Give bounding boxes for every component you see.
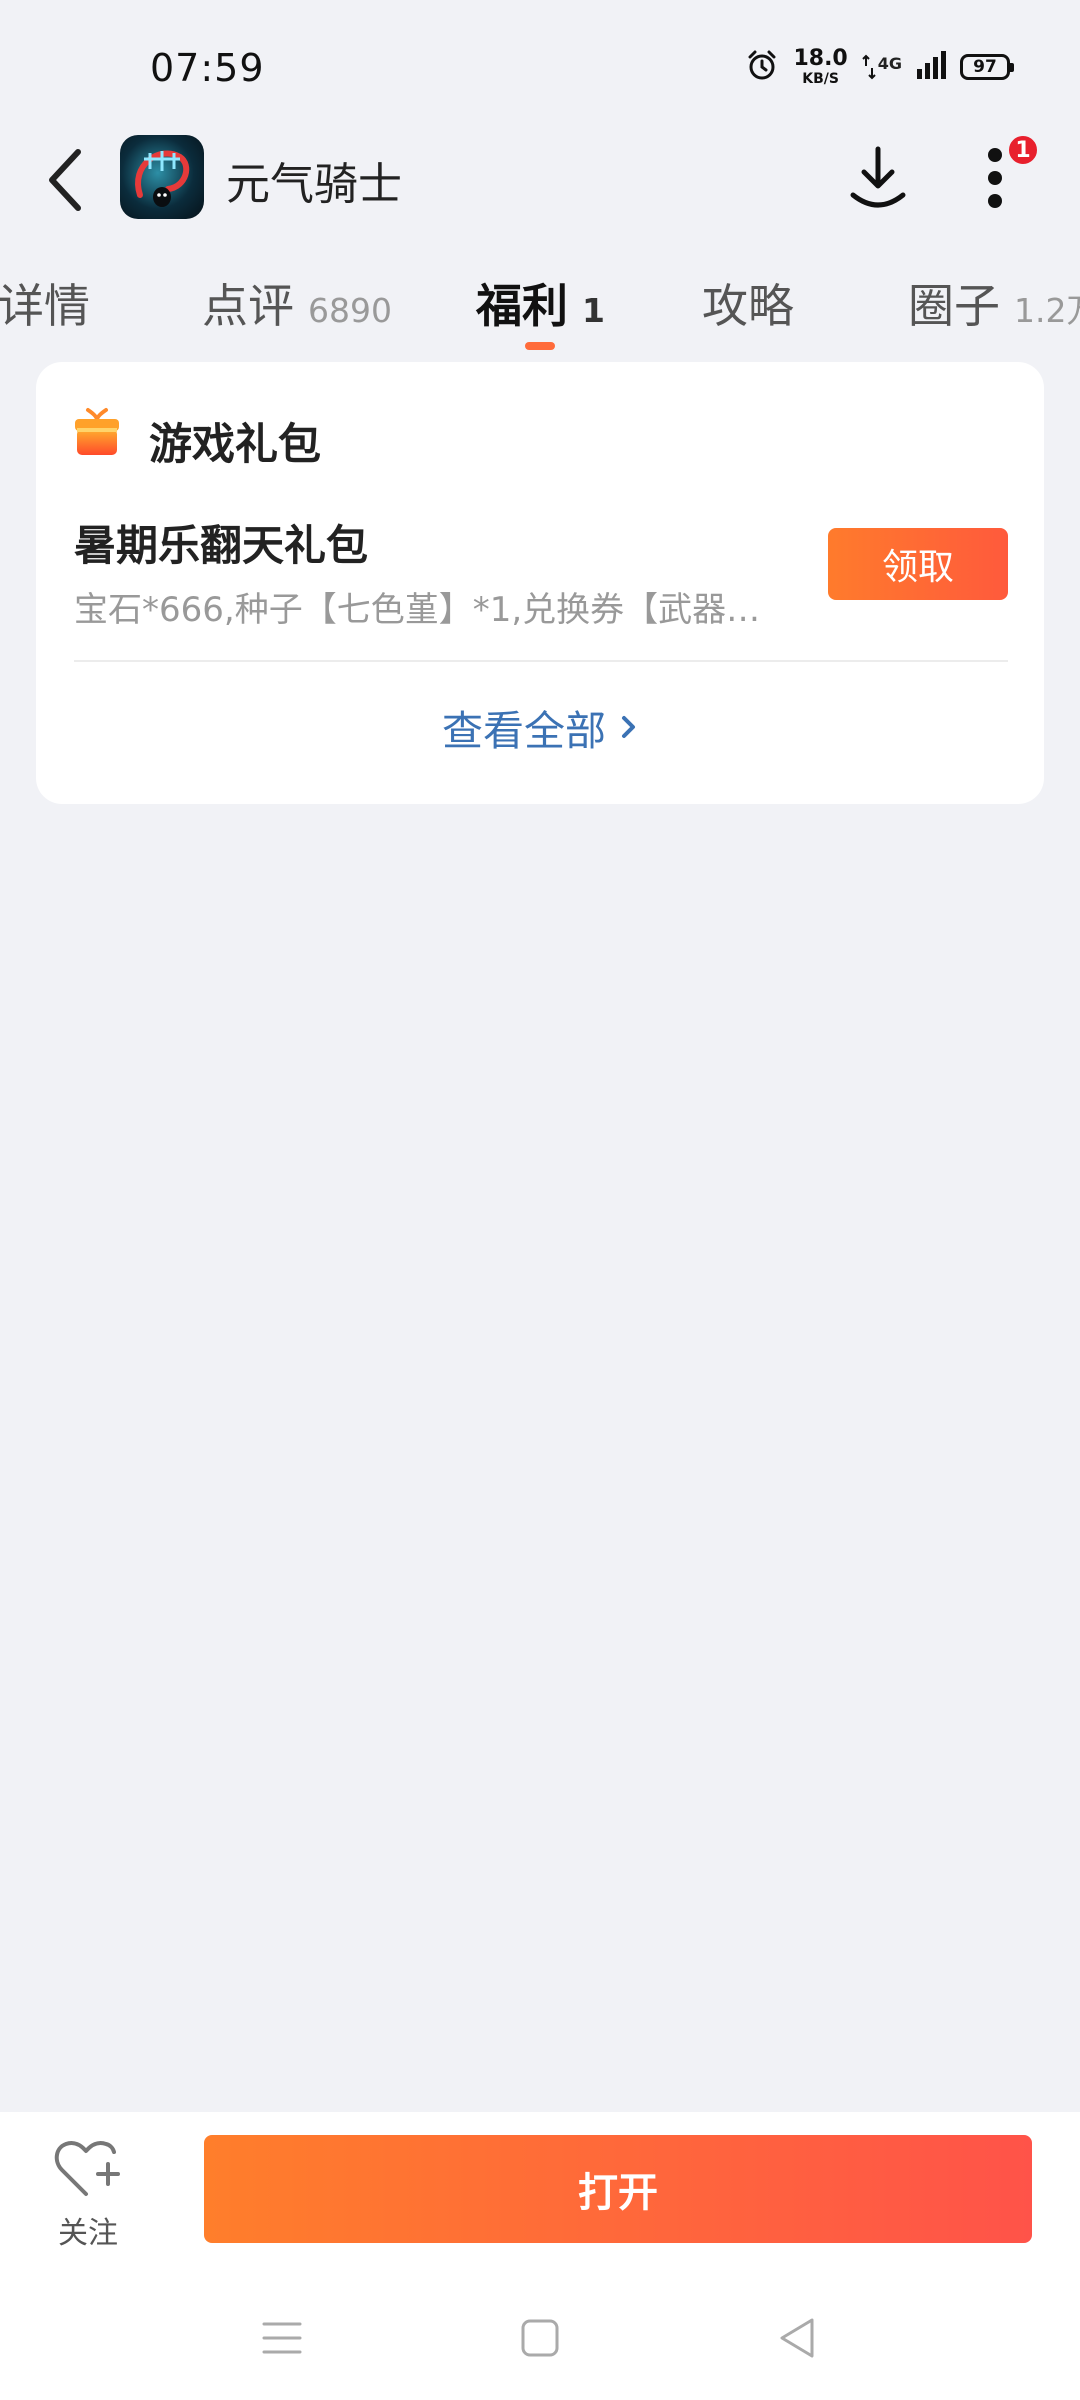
home-key[interactable] [510,2308,570,2368]
tab-count: 1 [582,291,605,330]
tab-guides[interactable]: 攻略 [702,270,794,336]
system-nav-bar [0,2272,1080,2400]
claim-button[interactable]: 领取 [828,528,1008,600]
alarm-icon [745,48,779,86]
menu-key[interactable] [252,2308,312,2368]
chevron-right-icon [622,716,635,738]
tab-count: 6890 [308,291,392,330]
battery-level: 97 [973,57,997,77]
tab-label: 圈子 [908,279,1000,333]
tab-details[interactable]: 详情 [0,270,90,336]
back-key[interactable] [766,2308,826,2368]
app-header: 元气骑士 [0,130,1080,230]
tab-label: 详情 [0,279,90,333]
status-icons: 18.0 KB/S 4G 97 [745,46,1014,87]
tab-benefits[interactable]: 福利 1 [476,270,605,336]
gift-description: 宝石*666,种子【七色堇】*1,兑换券【武器… [74,590,761,630]
app-icon[interactable] [120,135,204,219]
net-speed-unit: KB/S [802,71,839,87]
tab-label: 福利 [476,279,568,333]
battery-icon: 97 [960,54,1014,80]
follow-button[interactable]: 关注 [52,2134,124,2252]
section-title: 游戏礼包 [149,420,321,470]
tab-label: 点评 [202,279,294,333]
follow-label: 关注 [58,2216,118,2251]
tab-reviews[interactable]: 点评 6890 [202,270,392,336]
tab-count: 1.2万 [1014,291,1080,330]
gift-name: 暑期乐翻天礼包 [74,521,369,570]
bottom-action-bar: 关注 打开 [0,2112,1080,2272]
app-title: 元气骑士 [226,159,402,210]
net-speed: 18.0 KB/S [793,46,848,87]
tab-label: 攻略 [702,279,794,333]
active-tab-indicator [525,342,555,350]
back-triangle-icon [780,2318,814,2358]
back-button[interactable] [36,142,96,218]
status-time: 07:59 [150,46,265,90]
notification-badge: 1 [1006,133,1040,167]
status-bar: 07:59 18.0 KB/S 4G 97 [0,0,1080,130]
menu-icon [262,2322,302,2354]
download-button[interactable] [838,138,918,218]
gift-icon [74,406,120,456]
divider [74,660,1008,662]
back-icon [49,149,81,211]
more-icon [988,148,1002,208]
heart-plus-icon [54,2140,120,2196]
view-all-link[interactable]: 查看全部 [36,692,1044,762]
tab-community[interactable]: 圈子 1.2万 [908,270,1080,336]
data-arrows-icon: 4G [862,54,902,80]
download-icon [850,146,906,208]
gift-pack-card: 游戏礼包 暑期乐翻天礼包 宝石*666,种子【七色堇】*1,兑换券【武器… 领取… [36,362,1044,804]
view-all-label: 查看全部 [442,707,606,755]
signal-icon [916,51,946,83]
open-game-button[interactable]: 打开 [204,2135,1032,2243]
net-speed-value: 18.0 [793,46,848,71]
home-icon [521,2319,559,2357]
network-type: 4G [877,54,902,73]
